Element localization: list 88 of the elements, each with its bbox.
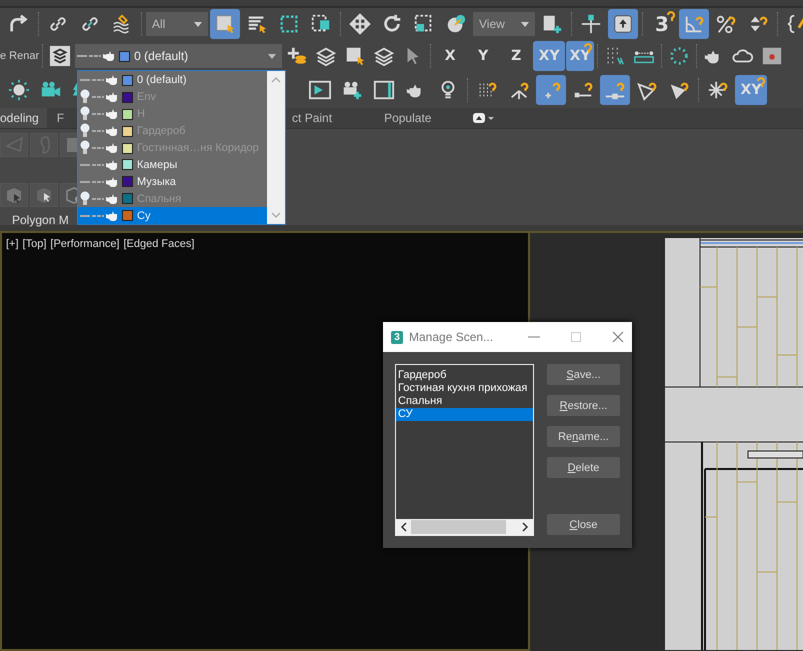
cube-cursor-icon: [34, 185, 54, 205]
chevron-right-icon[interactable]: [522, 522, 528, 532]
teapot-icon[interactable]: [106, 108, 120, 120]
teapot-icon[interactable]: [106, 176, 120, 188]
bulb-icon[interactable]: [80, 106, 90, 122]
teapot-icon[interactable]: [106, 142, 120, 154]
dropdown-value: View: [479, 17, 505, 31]
cube-cursor-icon: [4, 185, 24, 205]
teapot-icon[interactable]: [106, 210, 120, 222]
color-swatch: [119, 50, 130, 62]
snowflake-icon: [707, 79, 729, 101]
bulb-icon[interactable]: [80, 190, 90, 207]
dropdown-field[interactable]: View: [473, 12, 535, 36]
teapot-icon[interactable]: [106, 192, 120, 205]
layer-name: Музыка: [137, 176, 176, 188]
teapot-icon[interactable]: [106, 91, 120, 104]
crosshair-icon: [580, 13, 602, 35]
toolbar-button[interactable]: [608, 9, 638, 39]
panel-toggle-icon: [473, 113, 496, 123]
dropdown-value: All: [152, 17, 166, 31]
viewport-menu-label[interactable]: [Top]: [22, 238, 46, 250]
axis-button[interactable]: X: [434, 41, 466, 71]
axis-button[interactable]: XY: [533, 41, 566, 71]
ribbon-tab[interactable]: F: [48, 108, 72, 128]
axis-button[interactable]: Z: [500, 41, 532, 71]
toolbar-label: e Renar: [0, 50, 40, 62]
dialog-button[interactable]: Delete: [547, 457, 620, 478]
dialog-button[interactable]: Restore...: [547, 395, 620, 416]
dialog-button[interactable]: Close: [547, 514, 620, 535]
frame-window-icon: [373, 79, 395, 101]
square-cursor-icon: [344, 45, 366, 67]
camera-add-icon: [341, 79, 363, 101]
layer-name: Камеры: [137, 158, 178, 171]
add-layer-icon: [286, 45, 308, 67]
teapot-icon[interactable]: [106, 125, 120, 138]
layer-name: Су: [137, 210, 150, 222]
panel-label: Polygon M: [12, 213, 69, 227]
caret-icon: [521, 22, 529, 26]
scrollbar-thumb[interactable]: [411, 520, 506, 534]
dropdown-field[interactable]: All: [146, 12, 208, 36]
ribbon-tab[interactable]: Populate: [376, 108, 440, 128]
select-cursor-icon: [214, 13, 236, 35]
sphere-icon: [445, 13, 467, 35]
layers-icon: [49, 45, 72, 67]
play-frame-icon: [309, 79, 331, 101]
dialog-button[interactable]: Rename...: [547, 426, 620, 447]
percent-snap-icon: [715, 13, 737, 35]
teapot-icon[interactable]: [106, 74, 120, 86]
layer-name: 0 (default): [137, 74, 187, 86]
window-title: Manage Scen...: [409, 330, 494, 344]
axis-button[interactable]: Y: [467, 41, 500, 71]
dashed-rectangle-icon: [278, 13, 300, 35]
layer-item[interactable]: Камеры: [78, 156, 267, 174]
snap-toggle-button[interactable]: XY: [735, 75, 767, 105]
hook-icon: [666, 11, 676, 23]
dot-ring-icon: [668, 45, 690, 67]
snap-toggle-button[interactable]: 3: [647, 9, 677, 39]
ribbon-tab[interactable]: ct Paint: [292, 108, 340, 128]
ribbon-tab[interactable]: odeling: [0, 108, 47, 128]
brace-icon: [786, 13, 803, 35]
layer-stack-icon: [315, 45, 338, 67]
caret-icon: [268, 54, 276, 58]
layer-item[interactable]: 0 (default): [78, 72, 267, 89]
bulb-icon[interactable]: [80, 123, 90, 140]
move-arrows-icon: [349, 13, 371, 35]
layer-stack-icon: [373, 45, 396, 67]
tool-button[interactable]: [30, 183, 58, 207]
tool-button[interactable]: [0, 183, 28, 207]
teapot-icon[interactable]: [106, 158, 120, 171]
horizontal-scrollbar[interactable]: [396, 519, 533, 535]
render-window-icon: [761, 45, 784, 67]
chevron-left-icon[interactable]: [401, 522, 407, 532]
bulb-icon[interactable]: [80, 89, 90, 106]
viewport-menu-label[interactable]: [+]: [6, 238, 19, 250]
layer-item[interactable]: Су: [78, 207, 267, 224]
pivot-icon: [541, 13, 563, 35]
bulb-icon[interactable]: [80, 140, 90, 156]
viewport-menu-label[interactable]: [Edged Faces]: [124, 238, 194, 250]
layer-item[interactable]: Музыка: [78, 173, 267, 190]
layer-dropdown[interactable]: 0 (default): [75, 44, 282, 68]
dialog-button[interactable]: Save...: [547, 364, 620, 385]
caret-icon: [194, 22, 202, 26]
sun-icon: [8, 79, 30, 101]
app-logo: 3: [391, 330, 403, 344]
close-icon[interactable]: [612, 331, 624, 343]
dropdown-value: 0 (default): [134, 49, 188, 63]
scene-item[interactable]: СУ: [396, 408, 533, 421]
viewport-menu-label[interactable]: [Performance]: [50, 238, 120, 250]
